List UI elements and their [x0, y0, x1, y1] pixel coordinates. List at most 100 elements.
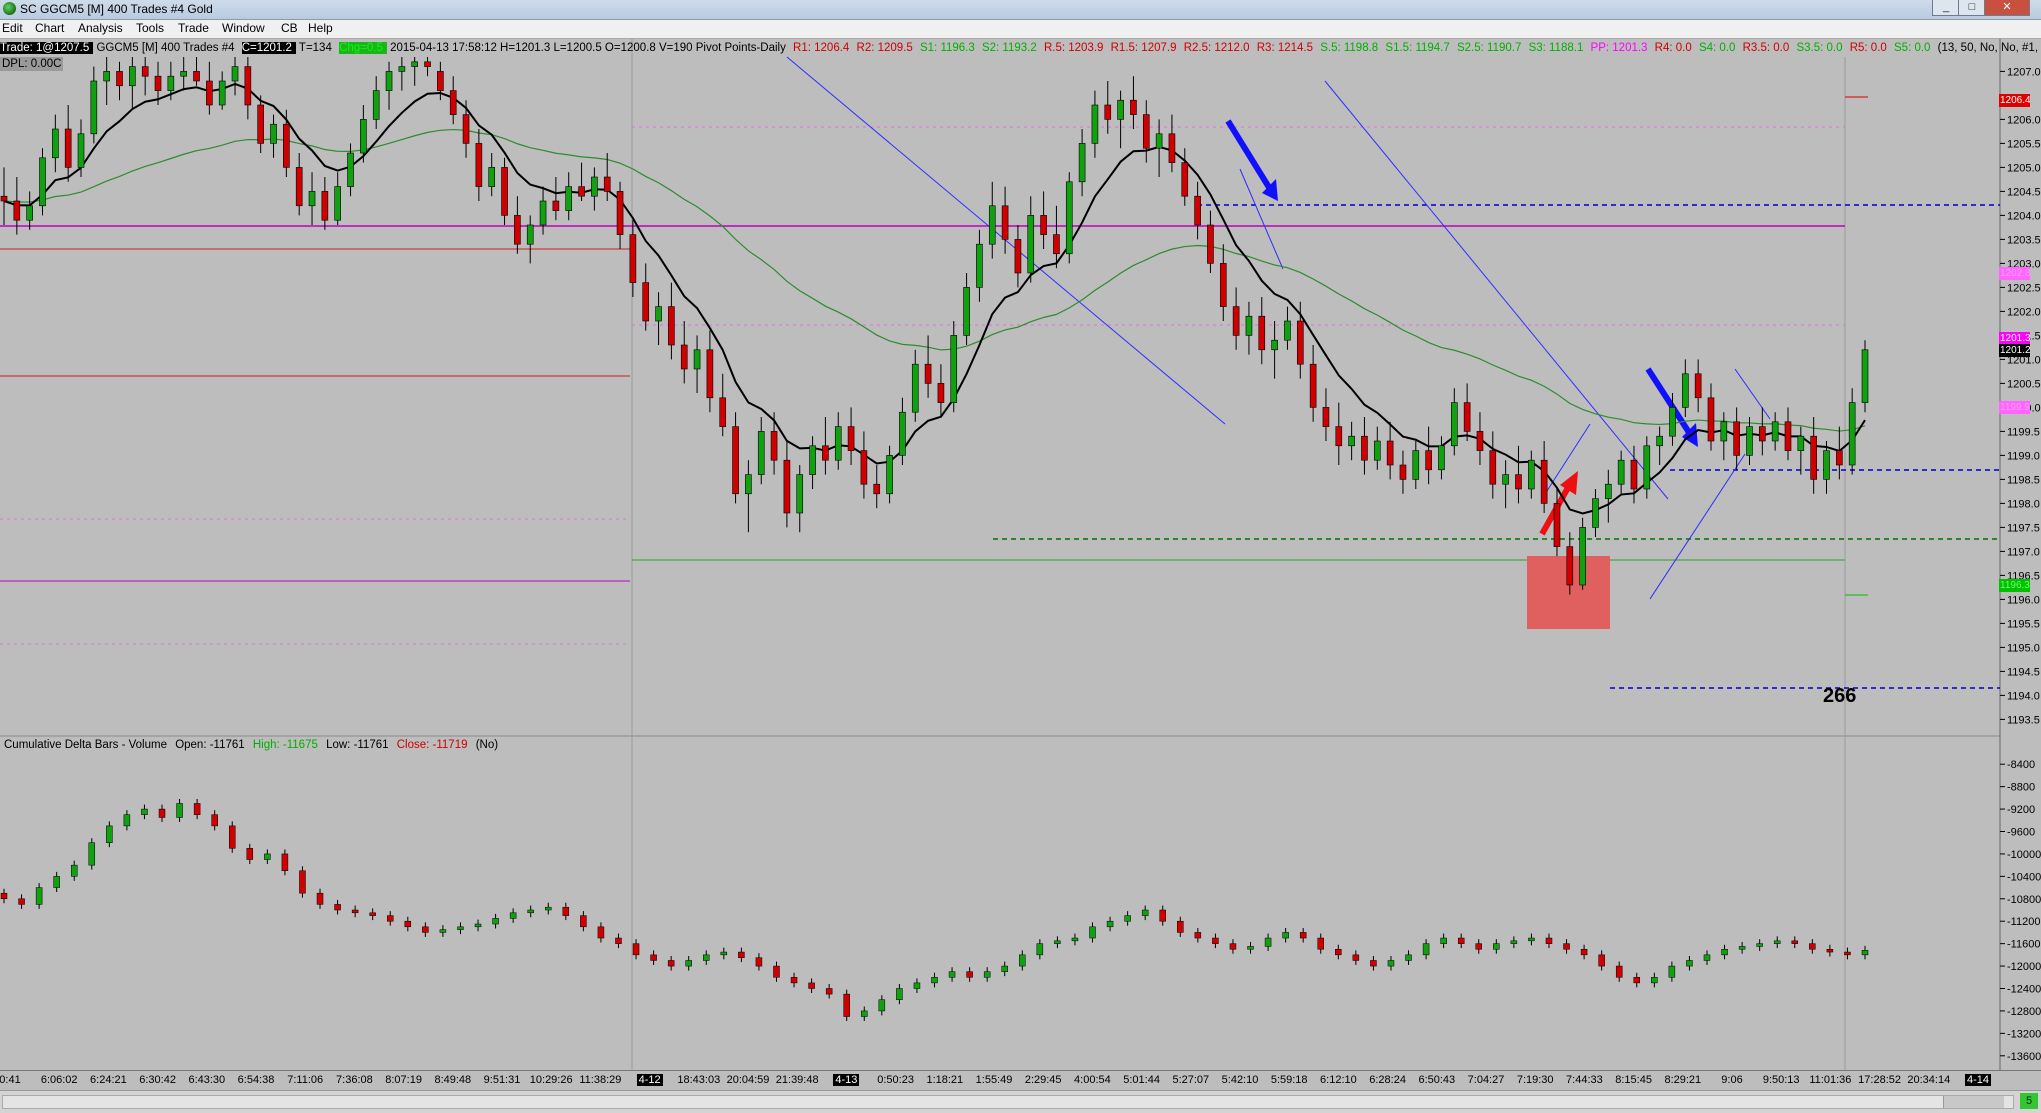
- menu-edit[interactable]: Edit: [2, 21, 23, 35]
- candle-down: [462, 114, 470, 144]
- delta-bar-up: [1054, 940, 1061, 944]
- pivot-s4: S4: 0.0: [1698, 42, 1736, 54]
- candle-up: [1373, 440, 1381, 461]
- delta-bar-up: [1036, 943, 1044, 956]
- candle-down: [719, 397, 727, 427]
- menu-cb[interactable]: CB: [281, 21, 298, 35]
- delta-low: Low: -11761: [326, 739, 389, 751]
- candle-down: [1476, 431, 1484, 451]
- price-tick-label: 1204.0: [2007, 210, 2041, 222]
- delta-bar-down: [562, 906, 570, 916]
- delta-bar-down: [1615, 965, 1623, 978]
- candle-up: [270, 123, 277, 144]
- maximize-button[interactable]: □: [1958, 0, 1986, 16]
- candle-down: [873, 483, 881, 495]
- candle-down: [1810, 435, 1817, 480]
- delta-tick-label: -10800: [2007, 894, 2041, 906]
- price-tick-label: 1202.5: [2007, 282, 2041, 294]
- delta-bar-up: [720, 951, 728, 956]
- time-tick-label: 4-14: [1964, 1074, 1992, 1086]
- price-badge: 1201.2: [1999, 343, 2031, 357]
- candle-up: [1656, 435, 1663, 447]
- delta-bar-down: [650, 954, 657, 961]
- minimize-button[interactable]: _: [1932, 0, 1960, 16]
- price-tick-label: 1198.5: [2007, 474, 2040, 486]
- scrollbar-thumb[interactable]: [1943, 1096, 2004, 1108]
- candle-up: [539, 200, 547, 226]
- time-tick-label: 0:41: [0, 1074, 21, 1086]
- delta-flag: (No): [475, 739, 499, 751]
- delta-bar-down: [316, 892, 324, 905]
- status-indicator: 5: [2020, 1093, 2038, 1109]
- delta-bar-down: [422, 926, 429, 933]
- candle-up: [745, 474, 752, 495]
- candle-down: [847, 426, 855, 451]
- delta-bar-down: [738, 951, 745, 958]
- candle-up: [1592, 498, 1599, 528]
- horizontal-scrollbar[interactable]: [2, 1095, 2014, 1109]
- delta-bar-up: [878, 999, 886, 1012]
- delta-bar-up: [1721, 949, 1728, 956]
- delta-close: Close: -11719: [396, 739, 468, 751]
- pivot-r2: R2: 1209.5: [856, 42, 913, 54]
- candle-up: [1271, 339, 1278, 351]
- delta-bar-down: [1177, 920, 1184, 933]
- delta-bar-down: [246, 848, 254, 860]
- candle-down: [1630, 459, 1638, 490]
- menu-chart[interactable]: Chart: [35, 21, 64, 35]
- candle-up: [809, 445, 816, 475]
- price-badge: 1199.9: [1999, 401, 2030, 415]
- time-tick-label: 5:01:44: [1123, 1074, 1160, 1086]
- delta-bar-down: [615, 937, 622, 944]
- chart-canvas[interactable]: 1207.0 1206.0 1205.5 1205.0 1204.5 1204.0 1203…: [0, 39, 2041, 1070]
- delta-bar-down: [211, 814, 218, 827]
- pivot-r4: R4: 0.0: [1654, 42, 1692, 54]
- candle-down: [1168, 133, 1176, 163]
- candle-up: [834, 426, 842, 461]
- delta-bar-down: [1229, 943, 1237, 950]
- delta-bar-down: [1563, 943, 1570, 950]
- time-tick-label: 5:42:10: [1221, 1074, 1259, 1086]
- candle-up: [385, 71, 393, 91]
- delta-bar-down: [351, 909, 359, 914]
- candle-down: [680, 344, 688, 370]
- price-tick-label: 1207.0: [2007, 66, 2041, 78]
- candle-down: [141, 66, 149, 77]
- candle-up: [911, 363, 919, 413]
- time-tick-label: 6:06:02: [40, 1074, 78, 1086]
- menu-help[interactable]: Help: [308, 21, 333, 35]
- time-tick-label: 0:50:23: [877, 1074, 914, 1086]
- delta-bar-down: [1335, 949, 1342, 956]
- delta-bar-up: [1773, 940, 1781, 944]
- time-tick-label: 2:29:45: [1024, 1074, 1062, 1086]
- candle-up: [52, 128, 59, 159]
- menu-window[interactable]: Window: [222, 21, 265, 35]
- menu-analysis[interactable]: Analysis: [78, 21, 123, 35]
- candle-down: [1040, 215, 1047, 235]
- pivot-r15: R1.5: 1207.9: [1110, 42, 1177, 54]
- menu-bar: Edit Chart Analysis Tools Trade Window C…: [0, 20, 2041, 39]
- candle-up: [1771, 421, 1779, 442]
- candle-down: [449, 90, 457, 115]
- delta-bar-down: [193, 803, 201, 815]
- candle-up: [90, 80, 98, 135]
- delta-bar-up: [1247, 946, 1254, 950]
- candle-up: [886, 455, 893, 495]
- window-titlebar: SC GGCM5 [M] 400 Trades #4 Gold _ □ ✕: [0, 0, 2041, 20]
- delta-bar-down: [1580, 949, 1588, 956]
- candle-up: [693, 349, 701, 370]
- candle-up: [167, 75, 175, 91]
- candle-down: [154, 75, 162, 91]
- price-tick-label: 1196.0: [2007, 594, 2040, 606]
- candle-down: [1361, 435, 1368, 461]
- candle-up: [1720, 421, 1728, 442]
- candle-up: [976, 243, 983, 288]
- delta-tick-label: -11200: [2007, 916, 2040, 928]
- menu-tools[interactable]: Tools: [136, 21, 164, 35]
- menu-trade[interactable]: Trade: [178, 21, 209, 35]
- price-tick-label: 1197.5: [2007, 522, 2040, 534]
- bar-info: 2015-04-13 17:58:12 H=1201.3 L=1200.5 O=…: [390, 42, 786, 54]
- delta-bar-up: [1668, 965, 1676, 978]
- close-button[interactable]: ✕: [1984, 0, 2030, 16]
- price-tick-label: 1198.0: [2007, 498, 2040, 510]
